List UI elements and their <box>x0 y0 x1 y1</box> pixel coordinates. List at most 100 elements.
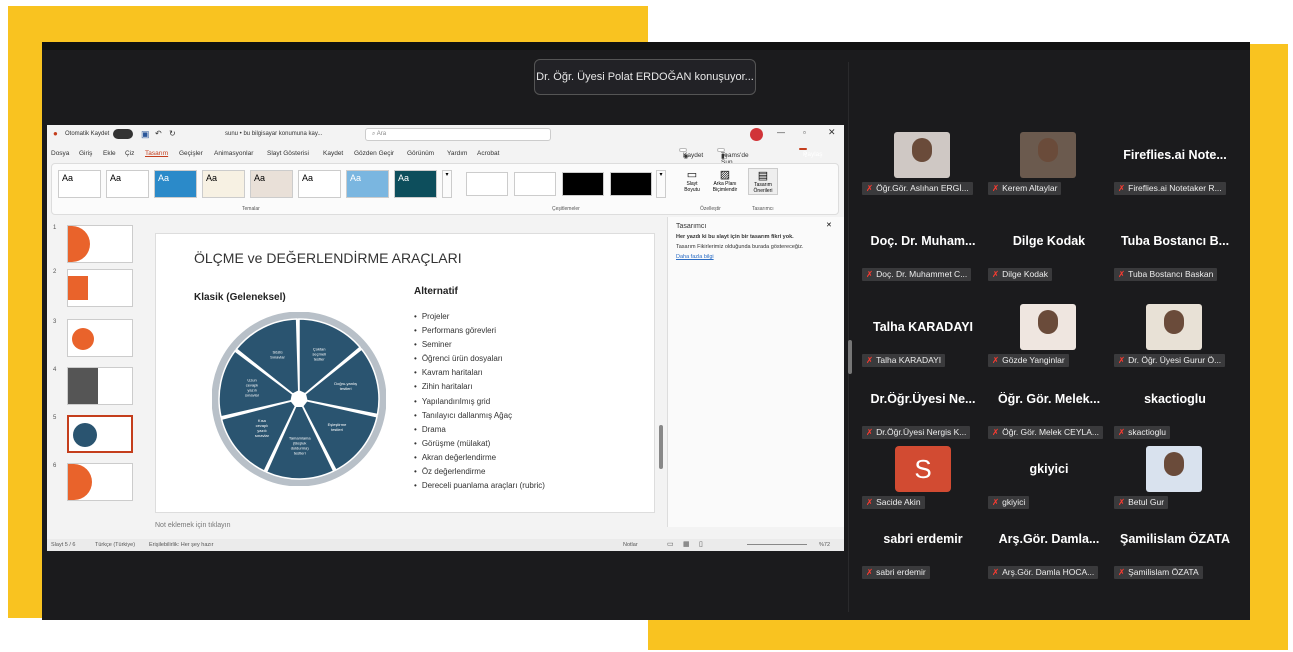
participant-tile[interactable]: Şamilislam ÖZATA ✗ Şamilislam ÖZATA <box>1114 516 1236 588</box>
theme-4[interactable]: Aa <box>202 170 245 198</box>
tab-acrobat[interactable]: Acrobat <box>477 150 499 157</box>
participant-tile[interactable]: skactioglu ✗ skactioglu <box>1114 376 1236 448</box>
theme-3[interactable]: Aa <box>154 170 197 198</box>
slide-size-label: Slayt Boyutu <box>684 181 700 193</box>
list-item: Kavram haritaları <box>414 366 545 380</box>
normal-view-icon[interactable]: ▭ <box>667 540 674 548</box>
mic-muted-icon: ✗ <box>1118 355 1126 365</box>
slide-thumb-2[interactable] <box>67 269 133 307</box>
participant-photo <box>894 132 950 178</box>
learn-more-link[interactable]: Daha fazla bilgi <box>676 254 836 260</box>
tab-animasyonlar[interactable]: Animasyonlar <box>214 150 253 157</box>
sorter-view-icon[interactable]: ▦ <box>683 540 690 548</box>
theme-6[interactable]: Aa <box>298 170 341 198</box>
slide-scrollbar[interactable] <box>659 425 663 469</box>
theme-office[interactable]: Aa <box>58 170 101 198</box>
participant-tile[interactable]: ✗ Gözde Yanginlar <box>988 304 1110 376</box>
variants-more-icon[interactable]: ▾ <box>656 170 666 198</box>
designer-button[interactable]: ▤ Tasarım Önerileri <box>748 168 778 195</box>
slide-thumb-5-selected[interactable] <box>67 415 133 453</box>
participant-tile[interactable]: Dr.Öğr.Üyesi Ne... ✗ Dr.Öğr.Üyesi Nergis K… <box>862 376 984 448</box>
share-button[interactable]: ⇪ Paylaş <box>799 148 823 159</box>
reading-view-icon[interactable]: ▯ <box>699 540 703 548</box>
tab-yardim[interactable]: Yardım <box>447 150 467 157</box>
notes-placeholder[interactable]: Not eklemek için tıklayın <box>155 522 230 529</box>
ribbon-tabs: Dosya Giriş Ekle Çiz Tasarım Geçişler An… <box>47 147 844 166</box>
participant-label-text: sabri erdemir <box>876 567 926 577</box>
variant-3[interactable] <box>562 172 604 196</box>
participant-tile[interactable]: Fireflies.ai Note... ✗ Fireflies.ai Noteta… <box>1114 132 1236 204</box>
participant-name: sabri erdemir <box>883 532 963 546</box>
theme-5[interactable]: Aa <box>250 170 293 198</box>
tab-gorunum[interactable]: Görünüm <box>407 150 434 157</box>
theme-sample: Aa <box>254 173 266 183</box>
participant-tile[interactable]: Arş.Gör. Damla... ✗ Arş.Gör. Damla HOCA... <box>988 516 1110 588</box>
participant-tile[interactable]: Doç. Dr. Muham... ✗ Doç. Dr. Muhammet C... <box>862 218 984 290</box>
notes-toggle[interactable]: Notlar <box>623 542 638 548</box>
participant-label-text: gkiyici <box>1002 497 1026 507</box>
autosave-toggle[interactable] <box>113 129 133 139</box>
participant-tile[interactable]: ✗ Dr. Öğr. Üyesi Gurur Ö... <box>1114 304 1236 376</box>
teams-present-button[interactable]: ◧ Teams'de Sun <box>717 148 749 166</box>
close-icon[interactable]: ✕ <box>826 221 832 229</box>
participant-tile[interactable]: ✗ Kerem Altaylar <box>988 132 1110 204</box>
designer-button-label: Tasarım Önerileri <box>753 182 773 194</box>
participant-tile[interactable]: Öğr. Gör. Melek... ✗ Öğr. Gör. Melek CEYLA… <box>988 376 1110 448</box>
participant-name: Şamilislam ÖZATA <box>1120 532 1230 546</box>
tab-gozden-gecir[interactable]: Gözden Geçir <box>354 150 394 157</box>
slide-size-button[interactable]: ▭ Slayt Boyutu <box>678 168 706 193</box>
themes-more-icon[interactable]: ▾ <box>442 170 452 198</box>
redo-icon[interactable]: ↻ <box>169 129 176 138</box>
theme-8[interactable]: Aa <box>394 170 437 198</box>
language-status[interactable]: Türkçe (Türkiye) <box>95 542 135 548</box>
list-item: Yapılandırılmış grid <box>414 395 545 409</box>
accessibility-status[interactable]: Erişilebilirlik: Her şey hazır <box>149 542 214 548</box>
slide-thumb-4[interactable] <box>67 367 133 405</box>
tab-slayt-gosterisi[interactable]: Slayt Gösterisi <box>267 150 309 157</box>
variant-2[interactable] <box>514 172 556 196</box>
format-background-button[interactable]: ▨ Arka Planı Biçimlendir <box>708 168 742 193</box>
record-button[interactable]: ◉ Kaydet <box>679 148 703 160</box>
variant-4[interactable] <box>610 172 652 196</box>
participant-label: ✗ Gözde Yanginlar <box>988 354 1069 367</box>
participant-tile[interactable]: Talha KARADAYI ✗ Talha KARADAYI <box>862 304 984 376</box>
participant-tile[interactable]: ✗ Öğr.Gör. Aslıhan ERGİ... <box>862 132 984 204</box>
variant-1[interactable] <box>466 172 508 196</box>
close-icon[interactable]: ✕ <box>828 127 836 138</box>
minimize-icon[interactable]: — <box>777 128 785 137</box>
tab-dosya[interactable]: Dosya <box>51 150 69 157</box>
slide-thumb-6[interactable] <box>67 463 133 501</box>
slide-canvas[interactable]: ÖLÇME ve DEĞERLENDİRME ARAÇLARI Klasik (… <box>155 233 655 513</box>
tab-kaydet[interactable]: Kaydet <box>323 150 343 157</box>
tab-tasarim[interactable]: Tasarım <box>145 150 168 157</box>
tab-ekle[interactable]: Ekle <box>103 150 116 157</box>
shared-powerpoint-window[interactable]: ● Otomatik Kaydet ▣ ↶ ↻ sunu • bu bilgis… <box>47 125 844 551</box>
mic-muted-icon: ✗ <box>866 355 874 365</box>
slide-size-icon: ▭ <box>686 169 698 181</box>
top-strip <box>42 42 1250 50</box>
list-item: Görüşme (mülakat) <box>414 437 545 451</box>
zoom-slider[interactable] <box>747 544 807 545</box>
participant-tile[interactable]: S ✗ Sacide Akin <box>862 446 984 518</box>
participant-tile[interactable]: Tuba Bostancı B... ✗ Tuba Bostancı Baskan <box>1114 218 1236 290</box>
tab-gecisler[interactable]: Geçişler <box>179 150 203 157</box>
slide-thumb-1[interactable] <box>67 225 133 263</box>
participant-tile[interactable]: ✗ Betul Gur <box>1114 446 1236 518</box>
tab-ciz[interactable]: Çiz <box>125 150 134 157</box>
theme-2[interactable]: Aa <box>106 170 149 198</box>
theme-7[interactable]: Aa <box>346 170 389 198</box>
panel-resize-handle[interactable] <box>848 340 852 374</box>
save-icon[interactable]: ▣ <box>141 129 150 140</box>
undo-icon[interactable]: ↶ <box>155 129 162 138</box>
restore-icon[interactable]: ▫ <box>803 128 806 137</box>
participant-tile[interactable]: gkiyici ✗ gkiyici <box>988 446 1110 518</box>
participant-tile[interactable]: sabri erdemir ✗ sabri erdemir <box>862 516 984 588</box>
mic-muted-icon: ✗ <box>1118 269 1126 279</box>
user-avatar[interactable] <box>750 128 763 141</box>
search-box[interactable]: ⌕ Ara <box>365 128 551 141</box>
slide-thumb-3[interactable] <box>67 319 133 357</box>
tab-giris[interactable]: Giriş <box>79 150 92 157</box>
person-silhouette <box>1164 310 1184 334</box>
zoom-level[interactable]: %72 <box>819 542 830 548</box>
participant-tile[interactable]: Dilge Kodak ✗ Dilge Kodak <box>988 218 1110 290</box>
